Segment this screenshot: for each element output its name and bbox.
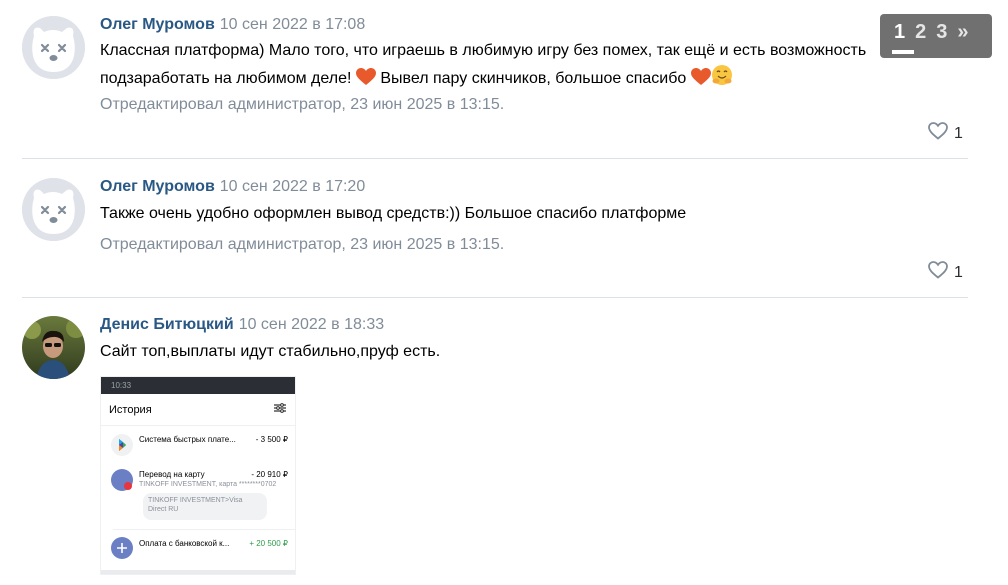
note-line: TINKOFF INVESTMENT>Visa [148, 497, 243, 504]
heart-outline-icon [928, 122, 948, 145]
comment: Олег Муромов 10 сен 2022 в 17:20 Также оч… [0, 178, 968, 296]
status-time: 10:33 [111, 381, 132, 390]
heart-emoji-icon [690, 68, 711, 95]
transaction-subtitle: TINKOFF INVESTMENT, карта ********0702 [139, 481, 277, 488]
transaction-row: Оплата с банковской к... + 20 500 ₽ [101, 533, 295, 569]
heart-outline-icon [928, 261, 948, 284]
like-count: 1 [954, 263, 963, 281]
comment-header: Олег Муромов 10 сен 2022 в 17:20 [100, 178, 365, 196]
attachment-bottom-strip [101, 570, 295, 574]
pagination: 1 2 3 » [880, 14, 992, 58]
transaction-title: Система быстрых плате... [139, 435, 236, 444]
heart-emoji-icon [355, 68, 376, 95]
hugging-face-emoji-icon [711, 64, 733, 95]
divider [22, 158, 968, 159]
divider [22, 297, 968, 298]
like-button[interactable]: 1 [928, 261, 963, 284]
edited-note: Отредактировал администратор, 23 июн 202… [100, 96, 505, 113]
page-1-link[interactable]: 1 [891, 20, 915, 54]
like-count: 1 [954, 124, 963, 142]
author-name[interactable]: Олег Муромов [100, 178, 215, 195]
comments-feed: Олег Муромов 10 сен 2022 в 17:08 Классная… [0, 0, 1008, 585]
comment-text: Классная платформа) Мало того, что играе… [100, 38, 920, 95]
comment-date[interactable]: 10 сен 2022 в 17:20 [220, 178, 365, 195]
deactivated-dog-avatar[interactable] [22, 178, 85, 241]
edited-note: Отредактировал администратор, 23 июн 202… [100, 236, 505, 253]
author-name[interactable]: Денис Битюцкий [100, 316, 234, 333]
deactivated-dog-avatar[interactable] [22, 16, 85, 79]
tinkoff-icon [111, 469, 133, 491]
history-title: История [109, 403, 152, 416]
comment-date[interactable]: 10 сен 2022 в 18:33 [239, 316, 384, 333]
history-header: История [101, 394, 295, 426]
comment: Олег Муромов 10 сен 2022 в 17:08 Классная… [0, 16, 968, 156]
user-photo-avatar[interactable] [22, 316, 85, 379]
transaction-amount: - 20 910 ₽ [251, 470, 288, 479]
filter-icon [274, 403, 286, 416]
phone-status-bar: 10:33 [101, 377, 295, 394]
sbp-logo-icon [111, 434, 133, 456]
next-page-link[interactable]: » [957, 20, 968, 44]
row-divider [113, 529, 295, 530]
comment-text: Сайт топ,выплаты идут стабильно,пруф ест… [100, 343, 441, 360]
transaction-title: Перевод на карту [139, 470, 205, 479]
transaction-note: TINKOFF INVESTMENT>Visa Direct RU [143, 493, 267, 520]
like-button[interactable]: 1 [928, 122, 963, 145]
transaction-title: Оплата с банковской к... [139, 539, 230, 548]
transaction-row: Система быстрых плате... - 3 500 ₽ [101, 427, 295, 467]
transaction-amount: - 3 500 ₽ [255, 435, 288, 444]
comment-text-part2: Вывел пару скинчиков, большое спасибо [380, 70, 687, 87]
transaction-row: Перевод на карту - 20 910 ₽ TINKOFF INVE… [101, 467, 295, 529]
attached-image[interactable]: 10:33 История Система быстрых плате... -… [100, 376, 296, 575]
card-plus-icon [111, 537, 133, 559]
note-line: Direct RU [148, 506, 179, 513]
page-3-link[interactable]: 3 [936, 20, 947, 44]
comment-text: Также очень удобно оформлен вывод средст… [100, 205, 687, 222]
transaction-amount: + 20 500 ₽ [249, 539, 288, 548]
comment-header: Денис Битюцкий 10 сен 2022 в 18:33 [100, 316, 384, 334]
author-name[interactable]: Олег Муромов [100, 16, 215, 33]
comment-date[interactable]: 10 сен 2022 в 17:08 [220, 16, 365, 33]
page-2-link[interactable]: 2 [915, 20, 926, 44]
comment-header: Олег Муромов 10 сен 2022 в 17:08 [100, 16, 365, 34]
